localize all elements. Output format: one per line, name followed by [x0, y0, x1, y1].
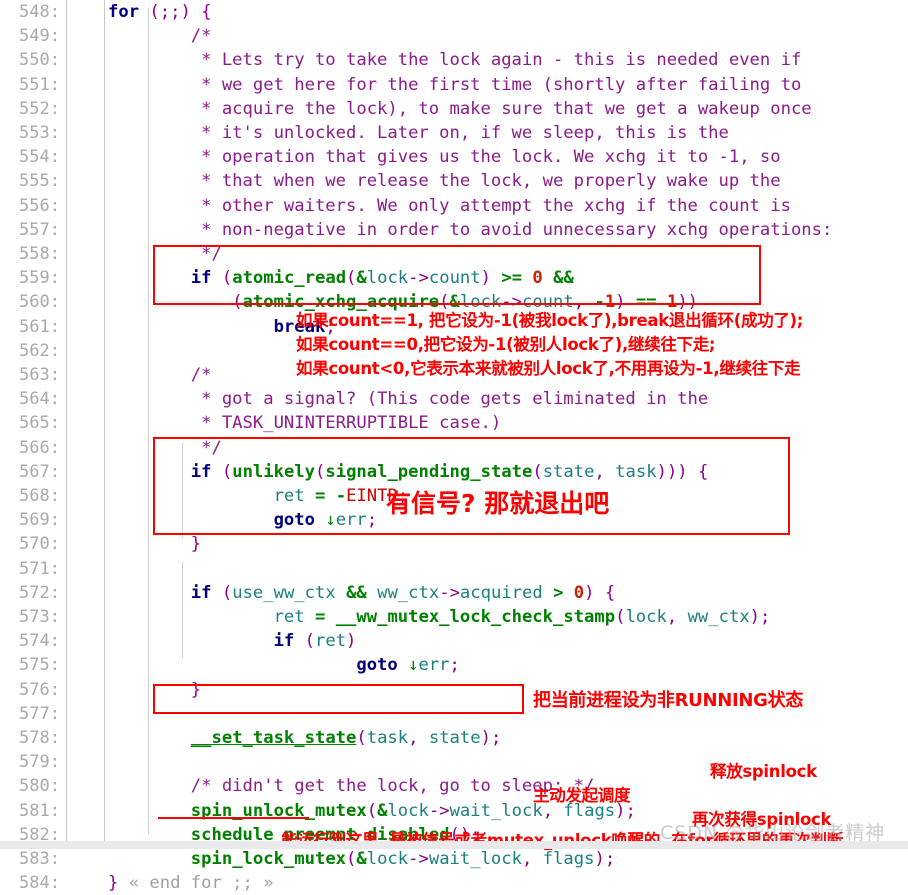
code-line[interactable]: ret = __ww_mutex_lock_check_stamp(lock, … — [108, 605, 908, 629]
gutter-separator-1 — [66, 0, 67, 841]
line-number: 576: — [19, 679, 60, 700]
code-line[interactable]: } — [108, 532, 908, 556]
line-number: 556: — [19, 195, 60, 216]
line-number: 557: — [19, 219, 60, 240]
code-line[interactable] — [108, 557, 908, 581]
line-number: 568: — [19, 486, 60, 506]
gutter-separator-2 — [104, 0, 105, 841]
annotation-line-562: 如果count==0,把它设为-1(被别人lock了),继续往下走; — [296, 335, 716, 354]
annotation-signal-note: 有信号? 那就退出吧 — [386, 489, 610, 518]
code-line[interactable]: * acquire the lock), to make sure that w… — [108, 97, 908, 121]
line-number: 553: — [19, 123, 60, 143]
line-number: 567: — [19, 461, 60, 482]
line-number: 580: — [19, 776, 60, 797]
indent-guide-inner-2 — [182, 562, 183, 658]
line-number: 564: — [19, 389, 60, 410]
line-number: 548: — [19, 2, 60, 22]
line-number: 573: — [19, 607, 60, 627]
line-number: 566: — [19, 437, 60, 458]
code-line[interactable]: __set_task_state(task, state); — [108, 726, 908, 750]
line-number: 584: — [19, 873, 60, 894]
line-number: 577: — [19, 703, 60, 724]
line-number: 583: — [19, 849, 60, 869]
editor-bottom-bar — [0, 841, 908, 849]
line-number: 561: — [19, 316, 60, 337]
line-number: 572: — [19, 582, 60, 603]
line-number: 563: — [19, 365, 60, 385]
code-line[interactable]: if (unlikely(signal_pending_state(state,… — [108, 460, 908, 484]
line-number: 578: — [19, 728, 60, 748]
line-number: 571: — [19, 558, 60, 579]
code-line[interactable]: * got a signal? (This code gets eliminat… — [108, 387, 908, 411]
code-line[interactable]: /* — [108, 24, 908, 48]
code-line[interactable]: if (ret) — [108, 629, 908, 653]
code-editor[interactable]: 548: 549: 550: 551: 552: 553: 554: 555: 556: 557:… — [0, 0, 908, 893]
line-number: 581: — [19, 800, 60, 821]
line-number: 555: — [19, 171, 60, 192]
line-number: 558: — [19, 244, 60, 264]
line-number: 560: — [19, 292, 60, 313]
code-line[interactable]: * operation that gives us the lock. We x… — [108, 145, 908, 169]
code-line[interactable]: for (;;) { — [108, 0, 908, 24]
annotation-line-578: 把当前进程设为非RUNNING状态 — [533, 690, 804, 711]
line-number: 569: — [19, 510, 60, 531]
annotation-line-561: 如果count==1, 把它设为-1(被我lock了),break退出循环(成功… — [296, 311, 804, 330]
line-number: 575: — [19, 655, 60, 676]
code-line[interactable]: * we get here for the first time (shortl… — [108, 73, 908, 97]
code-line[interactable]: * that when we release the lock, we prop… — [108, 169, 908, 193]
code-line[interactable]: * non-negative in order to avoid unneces… — [108, 218, 908, 242]
code-line[interactable]: if (use_ww_ctx && ww_ctx->acquired > 0) … — [108, 581, 908, 605]
line-number: 550: — [19, 50, 60, 71]
line-number: 574: — [19, 631, 60, 652]
line-number: 565: — [19, 413, 60, 434]
code-line[interactable]: * other waiters. We only attempt the xch… — [108, 194, 908, 218]
indent-guide-inner-1 — [182, 443, 183, 538]
line-number: 562: — [19, 340, 60, 361]
annotation-line-582: 主动发起调度 — [533, 786, 631, 805]
annotation-line-563: 如果count<0,它表示本来就被别人lock了,不用再设为-1,继续往下走 — [296, 359, 801, 378]
code-line[interactable]: } « end for ;; » — [108, 871, 908, 895]
line-number: 549: — [19, 26, 60, 47]
line-number: 570: — [19, 534, 60, 555]
annotation-line-581: 释放spinlock — [710, 762, 817, 781]
code-line[interactable]: * it's unlocked. Later on, if we sleep, … — [108, 121, 908, 145]
code-line[interactable]: goto ↓err; — [108, 653, 908, 677]
code-line[interactable]: * TASK_UNINTERRUPTIBLE case.) — [108, 411, 908, 435]
line-number: 579: — [19, 752, 60, 773]
line-number: 552: — [19, 98, 60, 119]
code-line[interactable]: */ — [108, 436, 908, 460]
line-number: 559: — [19, 268, 60, 289]
line-number: 554: — [19, 147, 60, 168]
code-line[interactable]: * Lets try to take the lock again - this… — [108, 48, 908, 72]
code-line[interactable]: if (atomic_read(&lock->count) >= 0 && — [108, 266, 908, 290]
line-number: 551: — [19, 74, 60, 95]
underline-spin-lock-mutex — [158, 817, 309, 819]
code-line[interactable]: */ — [108, 242, 908, 266]
indent-guide-outer — [148, 8, 149, 834]
